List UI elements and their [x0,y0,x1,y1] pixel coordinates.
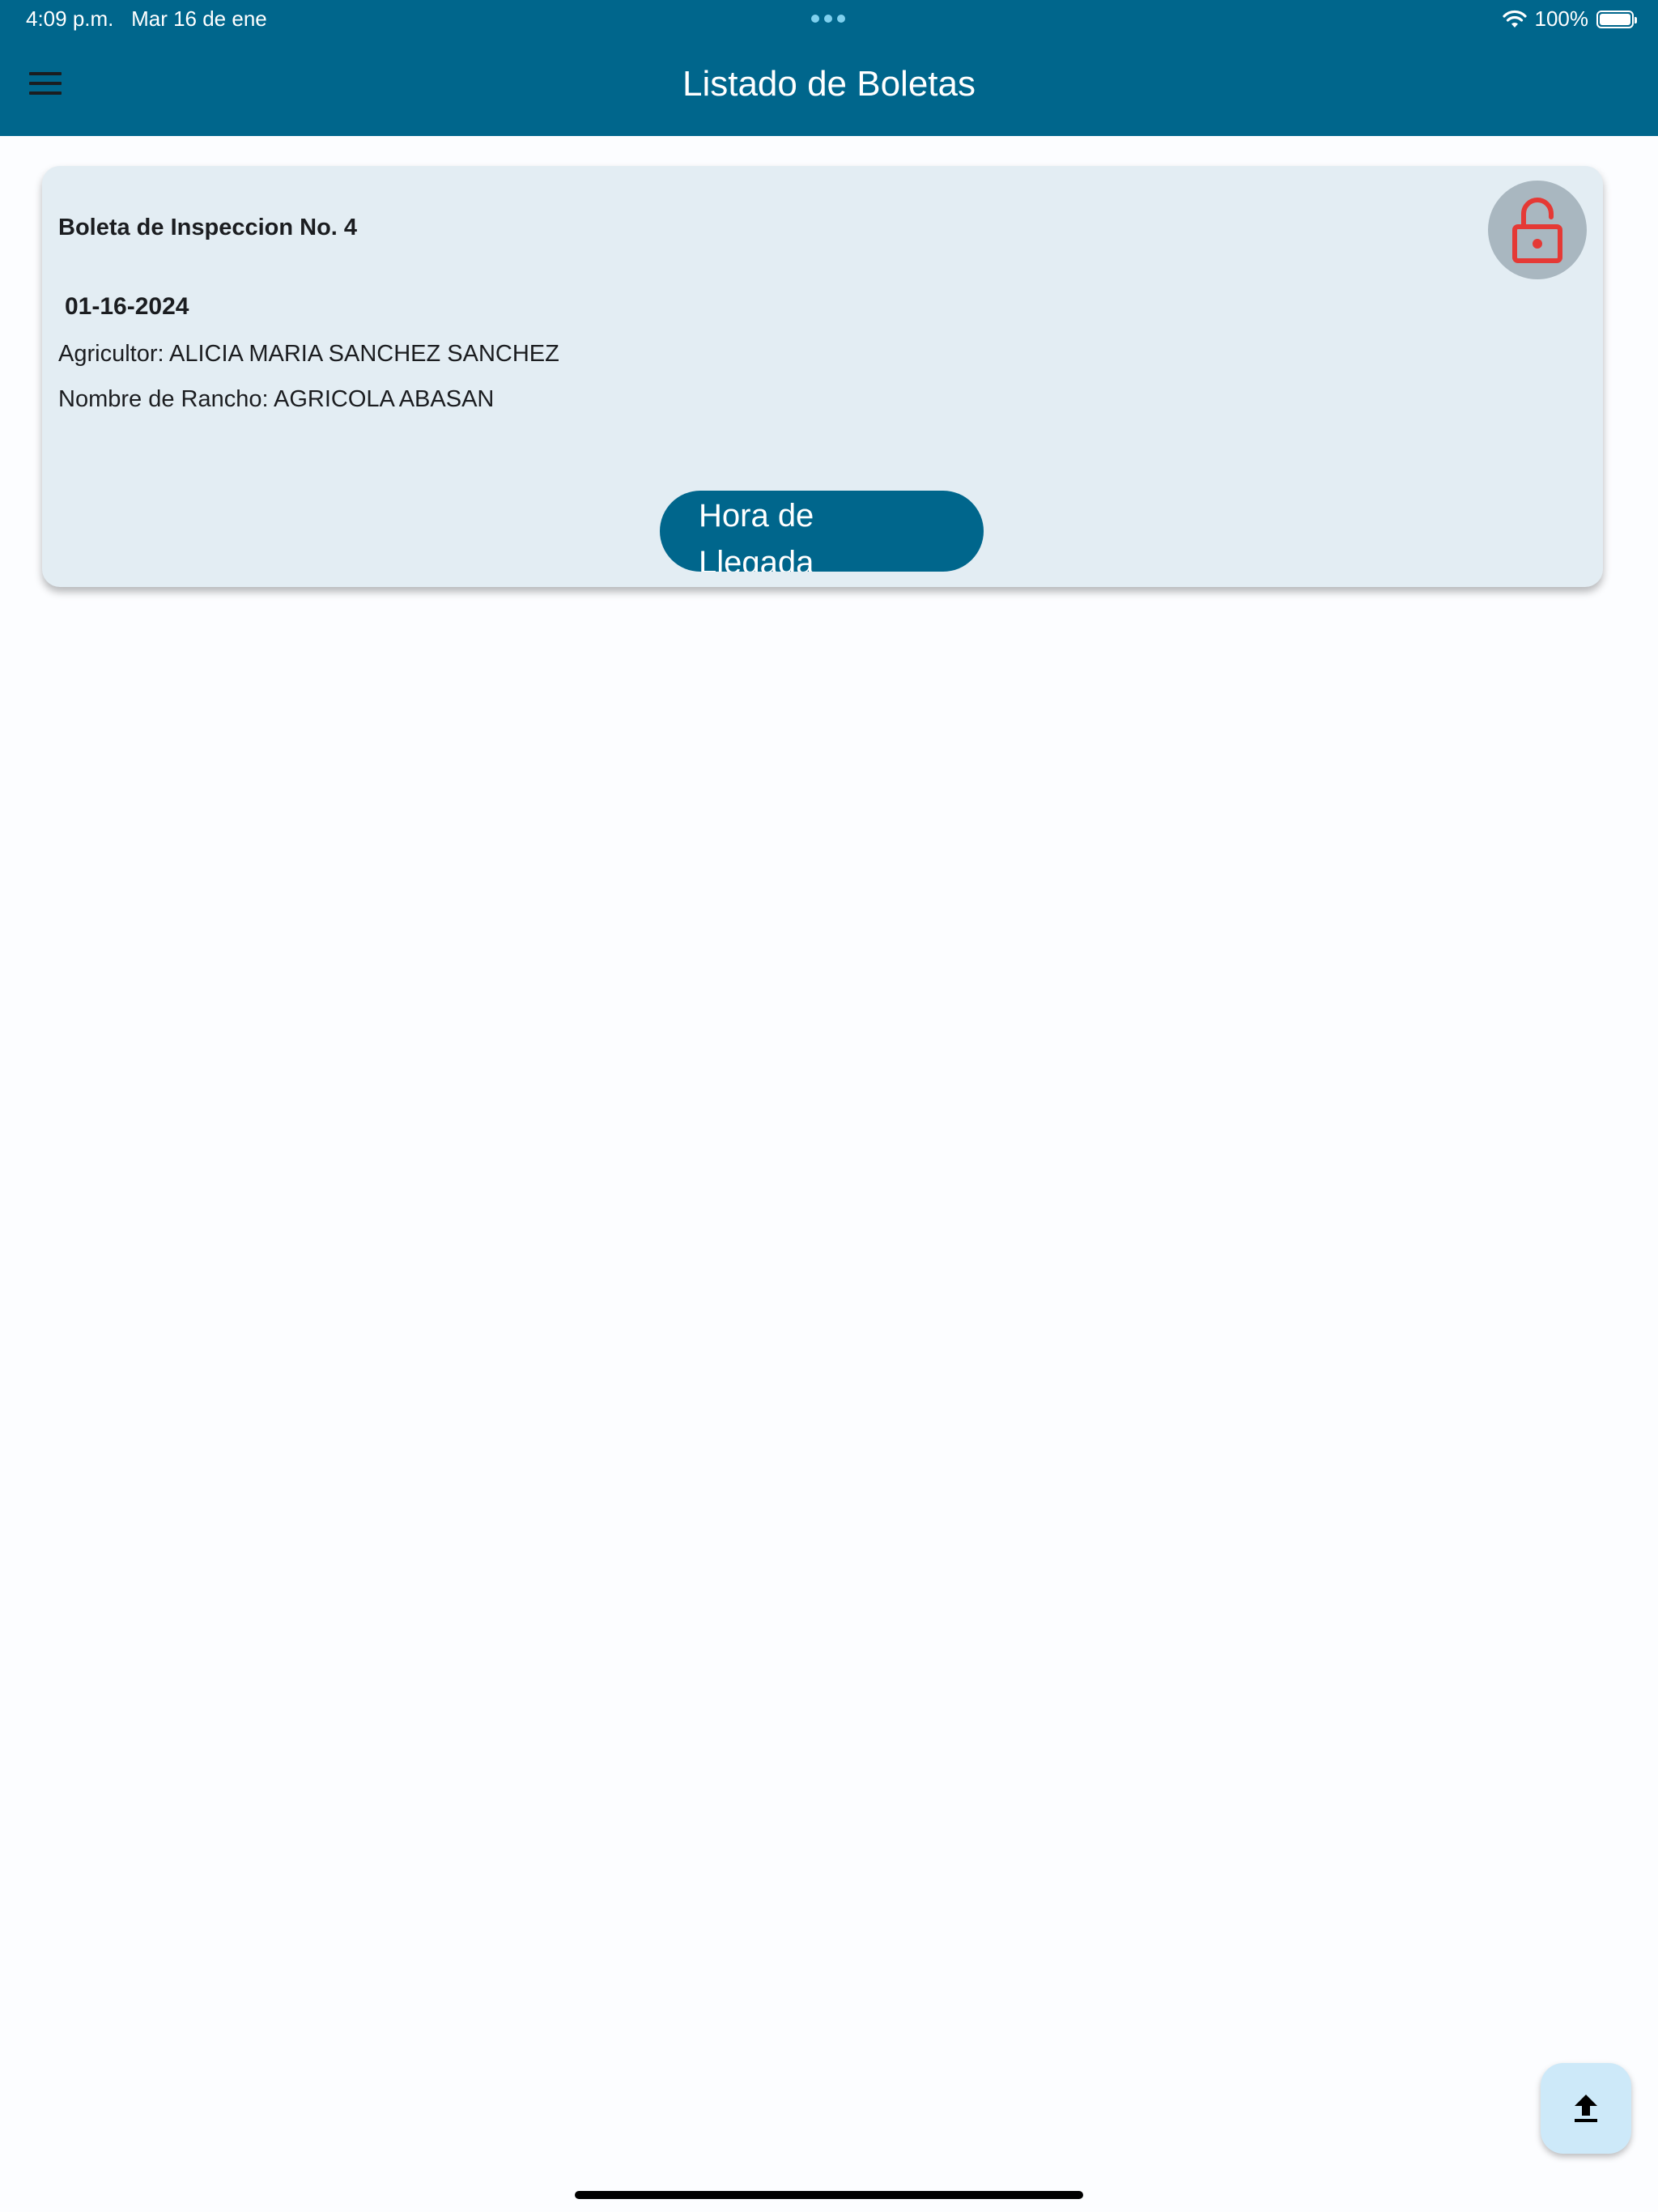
battery-icon [1596,10,1637,28]
card-farmer: Agricultor: ALICIA MARIA SANCHEZ SANCHEZ [58,341,559,367]
status-time: 4:09 p.m. Mar 16 de ene [26,6,267,32]
status-indicators: 100% [1502,6,1637,32]
upload-icon [1575,2095,1597,2122]
status-date: Mar 16 de ene [131,6,267,31]
inspection-card[interactable]: Boleta de Inspeccion No. 4 01-16-2024 Ag… [42,166,1603,587]
arrival-time-button[interactable]: Hora de Llegada [660,491,984,572]
wifi-icon [1502,10,1527,28]
card-title: Boleta de Inspeccion No. 4 [58,215,358,240]
status-clock: 4:09 p.m. [26,6,114,31]
arrival-time-label: Hora de Llegada [699,498,814,572]
page-title: Listado de Boletas [682,64,976,104]
multitasking-dots-icon[interactable] [811,15,845,23]
app-bar: 4:09 p.m. Mar 16 de ene 100% Listado de … [0,0,1658,136]
hamburger-menu-button[interactable] [19,60,71,107]
upload-button[interactable] [1541,2063,1631,2154]
lock-open-icon [1512,198,1562,263]
hamburger-menu-icon [29,72,62,95]
card-date: 01-16-2024 [65,293,189,320]
battery-percentage: 100% [1534,6,1589,31]
lock-toggle-button[interactable] [1488,181,1587,279]
card-ranch: Nombre de Rancho: AGRICOLA ABASAN [58,386,495,412]
home-indicator[interactable] [575,2191,1083,2199]
